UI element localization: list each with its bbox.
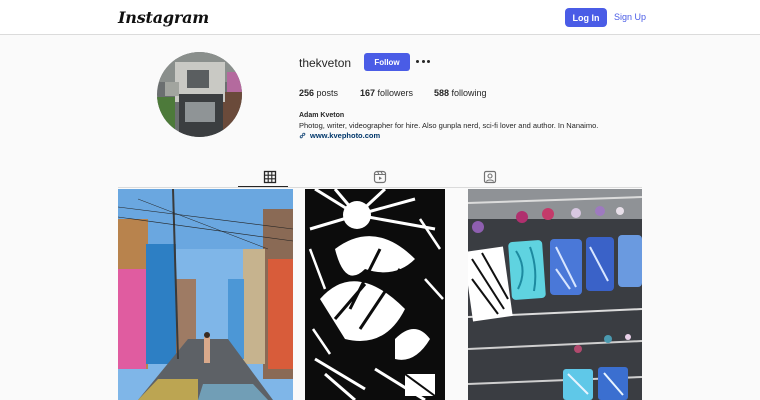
posts-count: 256 xyxy=(299,88,315,98)
profile-bio: Photog, writer, videographer for hire. A… xyxy=(299,121,599,130)
posts-label: posts xyxy=(316,88,339,98)
alley-street-photo xyxy=(118,189,293,400)
post-thumbnail[interactable] xyxy=(118,189,293,400)
avatar-photo xyxy=(157,52,242,137)
tab-posts[interactable] xyxy=(262,169,278,185)
signup-link[interactable]: Sign Up xyxy=(614,12,646,22)
grid-icon xyxy=(263,170,277,184)
following-label: following xyxy=(451,88,487,98)
follow-button[interactable]: Follow xyxy=(364,53,410,71)
website-link[interactable]: www.kvephoto.com xyxy=(310,131,380,140)
following-count: 588 xyxy=(434,88,450,98)
earrings-display-photo xyxy=(468,189,642,400)
followers-label: followers xyxy=(377,88,414,98)
profile-username: thekveton xyxy=(299,56,352,70)
top-header: Instagram Log In Sign Up xyxy=(0,0,760,35)
posts-stat: 256 posts xyxy=(299,88,338,98)
following-stat[interactable]: 588 following xyxy=(434,88,487,98)
post-thumbnail[interactable] xyxy=(468,189,642,400)
tagged-icon xyxy=(483,170,497,184)
active-tab-indicator xyxy=(238,186,288,187)
post-thumbnail[interactable] xyxy=(305,189,445,400)
followers-stat[interactable]: 167 followers xyxy=(360,88,413,98)
tab-tagged[interactable] xyxy=(482,169,498,185)
more-options-icon[interactable] xyxy=(416,56,430,66)
followers-count: 167 xyxy=(360,88,376,98)
profile-website[interactable]: www.kvephoto.com xyxy=(299,131,380,140)
login-button[interactable]: Log In xyxy=(565,8,607,27)
profile-full-name: Adam Kveton xyxy=(299,112,345,119)
tab-divider xyxy=(118,187,642,188)
reels-icon xyxy=(373,170,387,184)
instagram-logo[interactable]: Instagram xyxy=(118,8,209,27)
profile-avatar[interactable] xyxy=(157,52,242,137)
tab-reels[interactable] xyxy=(372,169,388,185)
link-icon xyxy=(299,132,306,139)
heron-papercut-art xyxy=(305,189,445,400)
